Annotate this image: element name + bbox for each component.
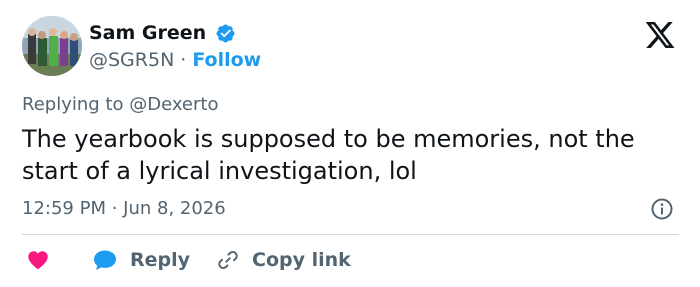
action-bar: Reply Copy link (22, 245, 682, 275)
copy-link-label: Copy link (252, 249, 351, 271)
tweet-text: The yearbook is supposed to be memories,… (22, 125, 635, 185)
reply-button[interactable]: Reply (92, 245, 190, 275)
reply-context: Replying to @Dexerto (22, 92, 218, 118)
avatar[interactable] (22, 16, 82, 76)
reply-mention-link[interactable]: @Dexerto (129, 94, 218, 115)
reply-label: Reply (130, 249, 191, 271)
tweet-timestamp[interactable]: 12:59 PM · Jun 8, 2026 (22, 196, 226, 222)
author-name[interactable]: Sam Green (89, 20, 206, 46)
tweet-card: Sam Green @SGR5N · Follow Replying to @Dex… (0, 0, 700, 287)
author-handle[interactable]: @SGR5N (89, 49, 174, 71)
copy-link-button[interactable]: Copy link (216, 245, 351, 275)
separator-dot: · (180, 49, 187, 71)
divider (22, 234, 679, 235)
x-logo-icon[interactable] (642, 19, 678, 51)
handle-row: @SGR5N · Follow (89, 47, 261, 73)
link-icon (218, 251, 238, 269)
like-button[interactable] (26, 245, 50, 275)
info-icon[interactable] (650, 197, 674, 221)
heart-icon (28, 251, 48, 270)
follow-button[interactable]: Follow (192, 49, 261, 71)
reply-context-prefix: Replying to (22, 94, 124, 115)
verified-badge-icon (216, 24, 235, 43)
reply-bubble-icon (94, 250, 116, 270)
